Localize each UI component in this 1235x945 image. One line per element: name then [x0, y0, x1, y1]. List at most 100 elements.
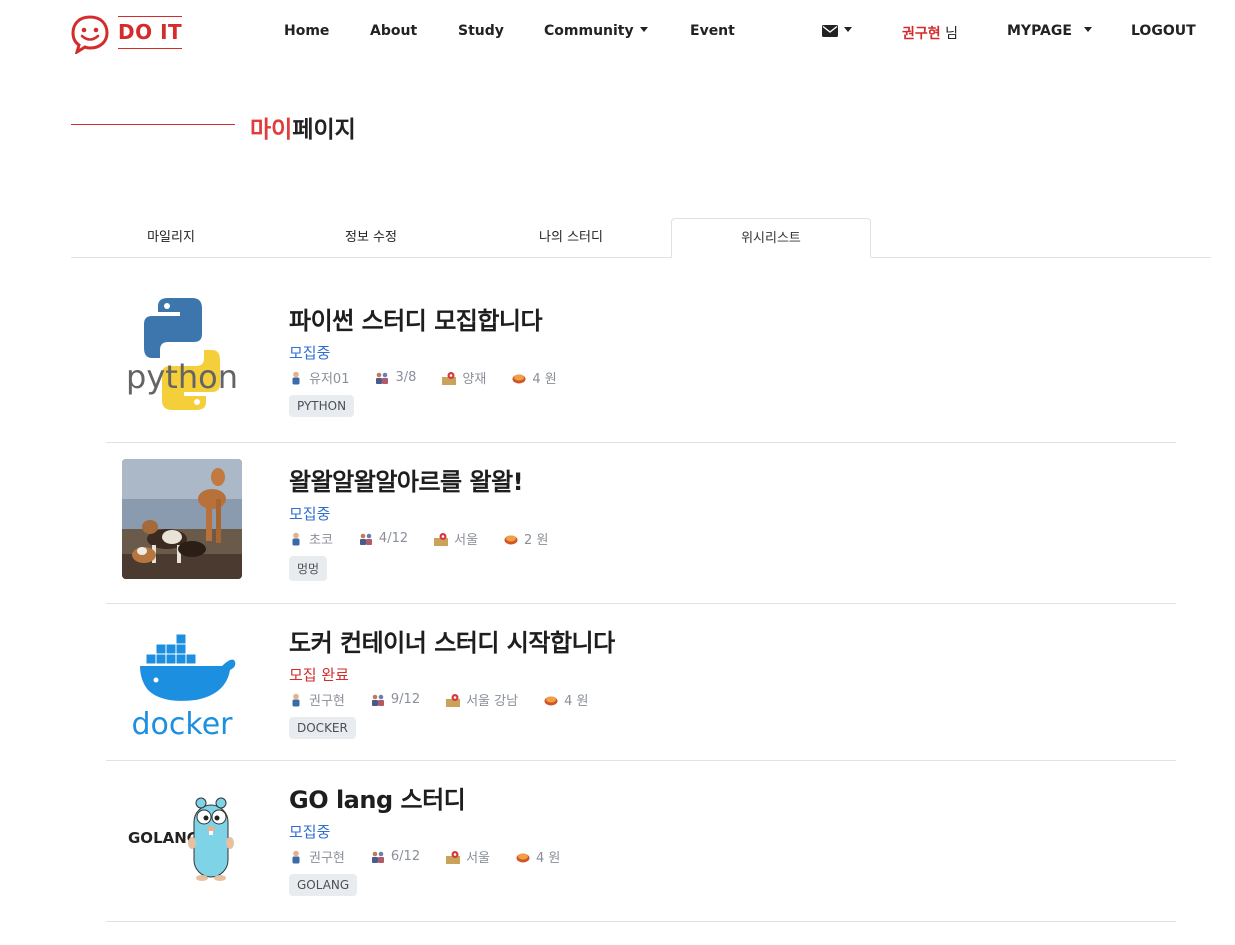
- mypage-tabs: 마일리지 정보 수정 나의 스터디 위시리스트: [71, 218, 1211, 258]
- leader-meta: 권구현: [289, 690, 345, 709]
- smiley-logo-icon: [71, 15, 109, 54]
- person-icon: [292, 532, 300, 545]
- tab-edit-profile[interactable]: 정보 수정: [271, 218, 471, 258]
- study-title[interactable]: 파이썬 스터디 모집합니다: [289, 301, 583, 336]
- leader-name: 권구현: [309, 694, 345, 709]
- study-meta: 권구현 9/12 서울 강남 4 원: [289, 690, 615, 709]
- location-meta: 서울: [434, 529, 478, 548]
- cost-meta: 4 원: [544, 690, 588, 709]
- chevron-down-icon: [1083, 26, 1092, 32]
- members-meta: 3/8: [375, 370, 416, 385]
- nav-home[interactable]: Home: [284, 23, 329, 39]
- nav-event[interactable]: Event: [690, 23, 735, 39]
- coin-icon: [544, 696, 558, 705]
- study-title[interactable]: 도커 컨테이너 스터디 시작합니다: [289, 623, 615, 658]
- study-meta: 유저01 3/8 양재 4 원: [289, 368, 583, 387]
- members-meta: 9/12: [371, 692, 420, 707]
- leader-meta: 초코: [289, 529, 333, 548]
- group-icon: [371, 694, 384, 706]
- leader-meta: 권구현: [289, 847, 345, 866]
- docker-logo-icon: docker: [132, 633, 236, 740]
- mypage-label: MYPAGE: [1007, 23, 1072, 39]
- page-title: 마이페이지: [250, 110, 356, 144]
- tab-mileage[interactable]: 마일리지: [71, 218, 271, 258]
- cost-meta: 4 원: [512, 368, 557, 387]
- study-tag[interactable]: PYTHON: [289, 395, 355, 417]
- study-info: 왈왈알왈알아르를 왈왈! 모집중 초코 4/12 서울 2 원 멍멍: [289, 462, 574, 581]
- logout-link[interactable]: LOGOUT: [1131, 23, 1196, 39]
- dogs-photo-image[interactable]: [122, 459, 242, 579]
- nav-study[interactable]: Study: [458, 23, 504, 39]
- study-tag[interactable]: DOCKER: [289, 717, 356, 739]
- map-pin-icon: [446, 693, 461, 707]
- map-pin-icon: [442, 371, 457, 385]
- leader-name: 초코: [309, 533, 333, 548]
- location-text: 서울 강남: [466, 694, 519, 709]
- study-meta: 권구현 6/12 서울 4 원: [289, 847, 586, 866]
- location-text: 서울: [454, 533, 479, 548]
- python-logo-image[interactable]: python: [122, 294, 242, 414]
- user-name: 권구현: [902, 26, 941, 42]
- python-logo-icon: python: [126, 298, 238, 410]
- study-info: 파이썬 스터디 모집합니다 모집중 유저01 3/8 양재 4 원 PYTHON: [289, 301, 583, 417]
- member-count: 4/12: [378, 531, 409, 546]
- python-logo-text: python: [126, 358, 238, 396]
- study-meta: 초코 4/12 서울 2 원: [289, 529, 574, 548]
- tab-my-study[interactable]: 나의 스터디: [471, 218, 671, 258]
- status-badge: 모집중: [289, 823, 331, 841]
- status-badge: 모집 완료: [289, 666, 349, 684]
- map-pin-icon: [446, 850, 461, 864]
- golang-logo-icon: GOLANG: [128, 797, 234, 881]
- list-item[interactable]: docker 도커 컨테이너 스터디 시작합니다 모집 완료 권구현 9/12 …: [106, 604, 1176, 761]
- study-title[interactable]: GO lang 스터디: [289, 780, 586, 815]
- location-meta: 서울: [446, 847, 490, 866]
- person-icon: [292, 693, 300, 706]
- members-meta: 6/12: [371, 849, 420, 864]
- cost-meta: 4 원: [516, 847, 560, 866]
- tab-wishlist[interactable]: 위시리스트: [671, 218, 871, 258]
- logo[interactable]: DO IT: [70, 14, 183, 54]
- location-text: 양재: [462, 372, 487, 387]
- docker-logo-image[interactable]: docker: [122, 620, 242, 740]
- list-item[interactable]: GOLANG GO lang 스터디 모집중 권구현 6/12 서울 4 원 G…: [106, 761, 1176, 922]
- location-meta: 양재: [442, 368, 486, 387]
- study-tag[interactable]: 멍멍: [289, 556, 328, 581]
- page-title-highlight: 마이: [250, 117, 293, 143]
- status-badge: 모집중: [289, 344, 331, 362]
- cost-text: 4 원: [564, 694, 589, 709]
- person-icon: [292, 850, 300, 863]
- page-title-rest: 페이지: [292, 117, 356, 143]
- dogs-photo-icon: [122, 459, 242, 579]
- envelope-icon: [822, 25, 838, 37]
- list-item[interactable]: python 파이썬 스터디 모집합니다 모집중 유저01 3/8 양재 4 원…: [106, 282, 1176, 443]
- user-honorific: 님: [945, 26, 958, 42]
- nav-about[interactable]: About: [370, 23, 417, 39]
- study-title[interactable]: 왈왈알왈알아르를 왈왈!: [289, 462, 574, 497]
- cost-meta: 2 원: [504, 529, 548, 548]
- cost-text: 4 원: [536, 851, 561, 866]
- members-meta: 4/12: [359, 531, 408, 546]
- title-divider: [71, 124, 235, 125]
- location-text: 서울: [466, 851, 491, 866]
- study-tag[interactable]: GOLANG: [289, 874, 358, 896]
- docker-logo-text: docker: [132, 707, 234, 740]
- coin-icon: [516, 853, 530, 862]
- navbar: DO IT Home About Study Community Event 권…: [0, 0, 1235, 66]
- leader-meta: 유저01: [289, 368, 349, 387]
- study-info: 도커 컨테이너 스터디 시작합니다 모집 완료 권구현 9/12 서울 강남 4: [289, 623, 615, 739]
- cost-text: 4 원: [532, 372, 557, 387]
- nav-community-label: Community: [544, 23, 634, 39]
- wishlist: python 파이썬 스터디 모집합니다 모집중 유저01 3/8 양재 4 원…: [106, 282, 1176, 922]
- golang-logo-image[interactable]: GOLANG: [122, 777, 242, 897]
- group-icon: [371, 851, 384, 863]
- member-count: 3/8: [395, 370, 417, 385]
- nav-community-dropdown[interactable]: Community: [544, 23, 648, 39]
- logo-text: DO IT: [118, 15, 183, 49]
- status-badge: 모집중: [289, 505, 331, 523]
- study-info: GO lang 스터디 모집중 권구현 6/12 서울 4 원 GOLANG: [289, 780, 586, 896]
- mypage-dropdown[interactable]: MYPAGE: [1007, 23, 1092, 39]
- list-item[interactable]: 왈왈알왈알아르를 왈왈! 모집중 초코 4/12 서울 2 원 멍멍: [106, 443, 1176, 604]
- leader-name: 유저01: [309, 372, 350, 387]
- message-dropdown[interactable]: [822, 25, 852, 37]
- cost-text: 2 원: [524, 533, 549, 548]
